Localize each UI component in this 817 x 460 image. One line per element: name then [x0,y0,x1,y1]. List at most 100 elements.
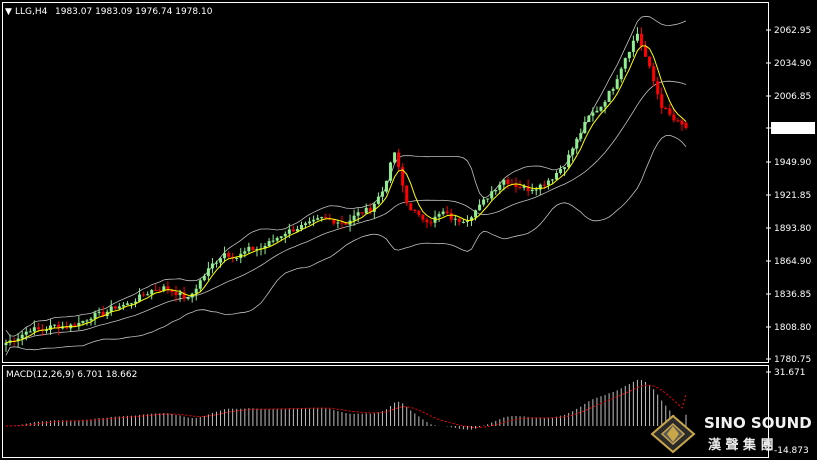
price-tick-label: 2006.85 [774,92,811,102]
watermark-brand: SINO SOUND [704,414,812,432]
candle-body [611,88,615,91]
candle-body [28,331,32,333]
candle-body [320,216,324,219]
candle-body [174,291,178,296]
candle-body [409,203,413,210]
price-axis: 2062.95 2034.90 2006.85 1978.10 1949.90 1921.… [766,26,815,365]
candle-body [352,215,356,221]
candle-body [109,306,113,312]
candle-body [546,180,550,186]
candle-body [324,216,328,219]
price-tick-label: 2062.95 [774,26,811,36]
candle-body [198,280,202,289]
candle-body [32,327,36,332]
candle-body [453,218,457,220]
candle-body [20,334,24,339]
candle-body [291,229,295,232]
candle-body [117,306,121,309]
candle-body [336,222,340,224]
candle-body [656,81,660,95]
candle-body [53,324,57,326]
macd-tick-label: -14.873 [774,446,809,456]
candle-body [550,179,554,181]
price-tick-label: 1780.75 [774,355,811,365]
candle-body [571,148,575,155]
candle-body [623,58,627,69]
candle-body [397,152,401,168]
chart: ▼ LLG,H4 1983.07 1983.09 1976.74 1978.10… [2,2,815,458]
candle-body [219,258,223,263]
candle-body [384,180,388,192]
candle-body [445,211,449,214]
candle-body [393,152,397,163]
candle-body [644,45,648,57]
candle-body [389,162,393,181]
candle-body [146,294,150,296]
price-tick-label: 1808.80 [774,323,811,333]
candle-body [660,94,664,108]
candle-body [502,179,506,185]
candle-body [81,320,85,323]
candle-body [639,33,643,46]
candle-body [534,189,538,191]
price-tick-label: 1893.80 [774,224,811,234]
candle-body [121,304,125,307]
candle-body [376,196,380,204]
candle-body [449,213,453,220]
candle-body [227,253,231,257]
candle-body [498,184,502,191]
candle-body [514,184,518,187]
candle-body [490,191,494,199]
candle-body [97,311,101,313]
candle-body [579,133,583,139]
candle-body [635,33,639,41]
candle-body [206,268,210,276]
candle-body [178,292,182,296]
candle-body [619,68,623,80]
candle-body [664,107,668,109]
candle-body [364,207,368,214]
candle-body [478,204,482,211]
candle-body [457,218,461,222]
price-tick-label: 1921.85 [774,191,811,201]
candle-body [24,331,28,335]
candle-body [518,186,522,188]
candle-body [648,56,652,67]
candle-body [437,214,441,217]
price-tick-label: 1864.90 [774,257,811,267]
candle-body [275,238,279,241]
candle-body [417,210,421,215]
candle-body [425,219,429,223]
price-tick-label: 1836.85 [774,290,811,300]
candle-body [113,306,117,309]
candle-body [271,240,275,242]
candle-body [583,122,587,134]
candle-body [591,112,595,116]
candle-body [186,297,190,299]
candle-body [287,229,291,234]
candle-body [89,318,93,321]
macd-tick-label: 31.671 [774,368,806,378]
candle-body [672,114,676,121]
candle-body [214,262,218,264]
price-tick-label: 2034.90 [774,59,811,69]
candle-body [36,327,40,330]
candle-body [210,263,214,269]
candle-body [482,199,486,205]
candle-body [223,253,227,259]
candle-body [308,221,312,224]
candle-body [344,223,348,225]
candle-body [684,122,688,128]
macd-panel: MACD(12,26,9) 6.701 18.662 [2,365,769,458]
candle-body [332,219,336,224]
candle-body [129,303,133,305]
candle-body [554,172,558,180]
candle-body [194,288,198,294]
candle-body [567,154,571,168]
candle-body [627,51,631,59]
candle-body [607,90,611,102]
header-dropdown-icon[interactable]: ▼ [5,7,12,17]
candle-body [563,167,567,170]
candle-body [340,222,344,224]
candle-body [494,190,498,192]
